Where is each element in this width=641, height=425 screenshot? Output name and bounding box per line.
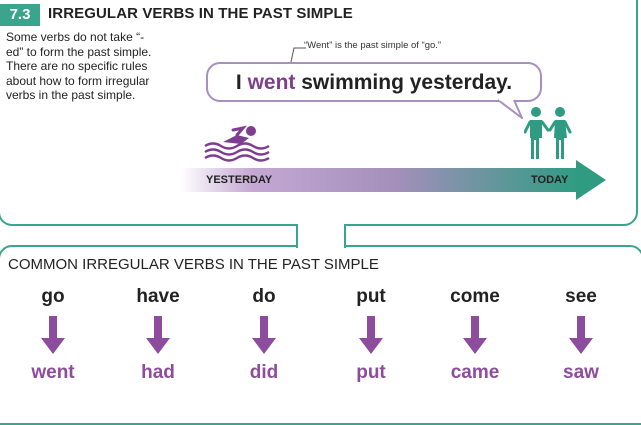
verb-past: did bbox=[249, 362, 279, 383]
verb-past: saw bbox=[563, 362, 599, 383]
arrow-down-icon bbox=[41, 316, 65, 354]
arrow-down-icon bbox=[463, 316, 487, 354]
verb-base: do bbox=[252, 286, 276, 307]
verb-base: put bbox=[356, 286, 386, 307]
arrow-down-icon bbox=[146, 316, 170, 354]
common-verbs-title: COMMON IRREGULAR VERBS IN THE PAST SIMPL… bbox=[8, 256, 379, 273]
arrow-down-icon bbox=[359, 316, 383, 354]
timeline-start-label: YESTERDAY bbox=[206, 174, 273, 186]
arrow-down-icon bbox=[252, 316, 276, 354]
verb-past: put bbox=[356, 362, 386, 383]
arrow-down-icon bbox=[569, 316, 593, 354]
panel-connector bbox=[296, 224, 346, 248]
verb-past: came bbox=[450, 362, 500, 383]
verb-past: had bbox=[141, 362, 175, 383]
verb-base: have bbox=[136, 286, 180, 307]
verb-base: come bbox=[450, 286, 500, 307]
timeline-end-label: TODAY bbox=[531, 174, 569, 186]
swimmer-icon bbox=[204, 125, 270, 162]
verb-base: go bbox=[41, 286, 65, 307]
verb-past: went bbox=[31, 362, 75, 383]
verb-base: see bbox=[565, 286, 597, 307]
people-icon bbox=[524, 107, 572, 159]
